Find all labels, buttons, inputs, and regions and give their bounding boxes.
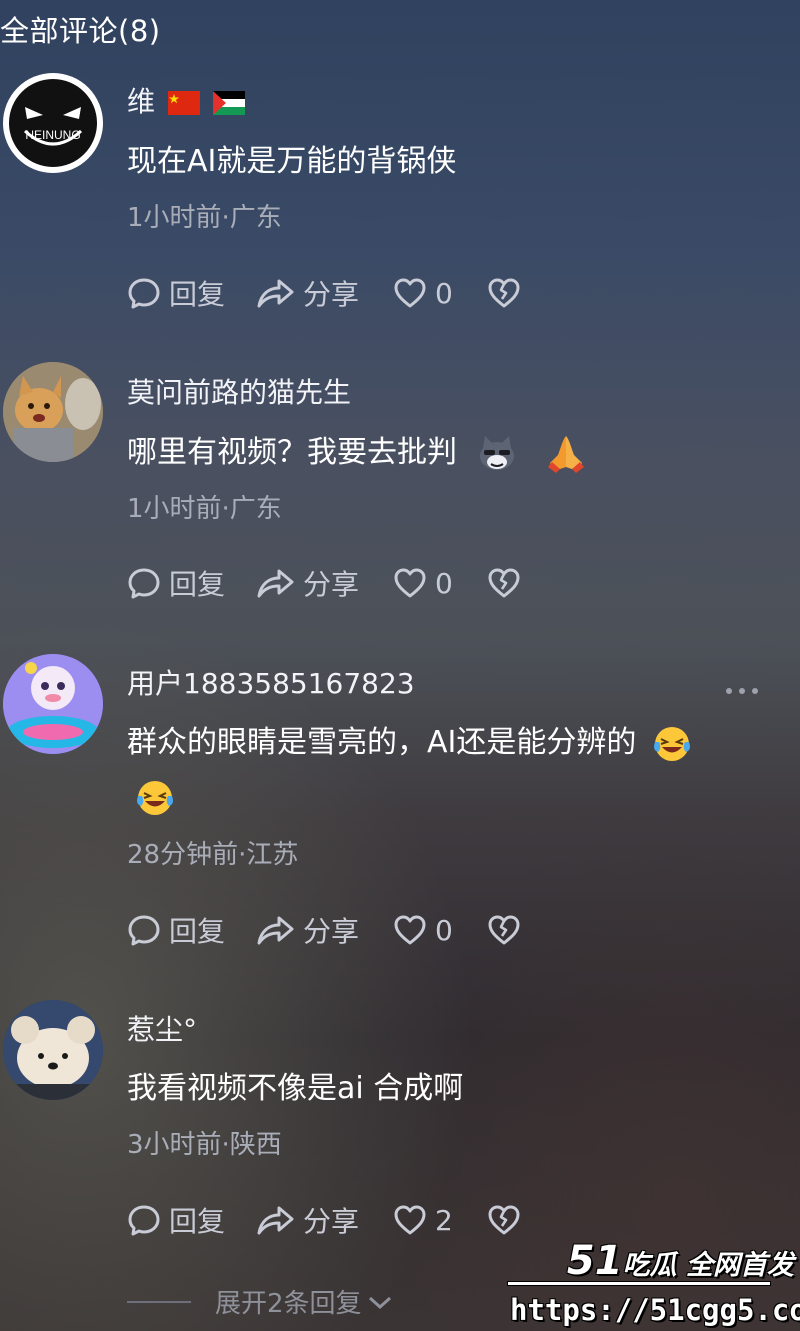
comment-text-row: 群众的眼睛是雪亮的，AI还是能分辨的 [127,716,747,824]
comment-actions: 回复 分享 0 [127,273,521,313]
avatar[interactable]: NEINUNG [3,73,103,173]
like-count: 0 [435,566,453,600]
comment-text: 哪里有视频？我要去批判 [127,435,457,470]
comment-text: 群众的眼睛是雪亮的，AI还是能分辨的 [127,725,637,760]
avatar-puppy-photo-icon [3,1000,103,1100]
like-button[interactable]: 0 [393,567,453,600]
avatar-text: NEINUNG [25,128,80,142]
site-watermark: 51吃瓜 全网首发 https://51cgg5.com [504,1232,800,1331]
reply-label: 回复 [169,278,226,311]
comment-username[interactable]: 莫问前路的猫先生 [127,371,351,411]
share-arrow-icon [257,569,294,598]
heart-icon [394,568,426,598]
dislike-button[interactable] [487,914,521,946]
watermark-url: https://51cgg5.com [510,1293,800,1327]
palestine-flag-icon [212,91,245,115]
share-arrow-icon [257,279,294,308]
reply-bubble-icon [128,915,160,946]
share-label: 分享 [303,568,360,601]
comments-header: 全部评论(8) [0,14,161,48]
like-count: 2 [435,1203,453,1237]
expand-replies-button[interactable]: 展开2条回复 [127,1283,394,1320]
watermark-brand-number: 51 [566,1238,623,1284]
laughing-crying-emoji-icon [653,726,690,761]
watermark-brand-text: 吃瓜 全网首发 [622,1250,794,1281]
like-count: 0 [435,276,453,310]
comment-meta: 3小时前·陕西 [127,1130,282,1160]
like-button[interactable]: 0 [393,277,453,310]
avatar[interactable] [3,654,103,754]
reply-button[interactable]: 回复 [127,273,225,313]
comment-meta: 1小时前·广东 [127,203,282,233]
watermark-brand: 51吃瓜 全网首发 [567,1238,794,1284]
praying-hands-emoji-icon [548,435,585,473]
comment-username[interactable]: 维 [127,80,245,120]
share-button[interactable]: 分享 [255,273,359,313]
share-button[interactable]: 分享 [255,910,359,950]
laughing-crying-emoji-icon [137,780,173,815]
reply-bubble-icon [128,278,160,309]
share-button[interactable]: 分享 [255,1200,359,1240]
avatar-cartoon-icon [3,654,103,754]
reply-button[interactable]: 回复 [127,1200,225,1240]
reply-button[interactable]: 回复 [127,910,225,950]
heart-icon [394,278,426,308]
china-flag-icon [167,91,200,115]
avatar[interactable] [3,362,103,462]
broken-heart-icon [488,568,520,598]
share-button[interactable]: 分享 [255,563,359,603]
username-text: 维 [127,85,156,118]
avatar-cat-photo-icon [3,362,103,462]
broken-heart-icon [488,915,520,945]
comment-username[interactable]: 用户1883585167823 [127,662,415,702]
broken-heart-icon [488,278,520,308]
watermark-divider [508,1282,770,1285]
reply-label: 回复 [169,915,226,948]
reply-button[interactable]: 回复 [127,563,225,603]
cool-wolf-emoji-icon [479,435,514,470]
comment-username[interactable]: 惹尘° [127,1008,197,1048]
more-options-icon[interactable] [724,686,760,696]
reply-label: 回复 [169,1205,226,1238]
expand-replies-label: 展开2条回复 [215,1289,362,1319]
share-label: 分享 [303,915,360,948]
reply-label: 回复 [169,568,226,601]
reply-bubble-icon [128,1205,160,1236]
like-count: 0 [435,913,453,947]
comment-actions: 回复 分享 0 [127,563,521,603]
like-button[interactable]: 0 [393,914,453,947]
comment-text: 现在AI就是万能的背锅侠 [127,144,457,179]
comment-actions: 回复 分享 0 [127,910,521,950]
avatar[interactable] [3,1000,103,1100]
comment-meta: 1小时前·广东 [127,494,282,524]
comment-text-row: 哪里有视频？我要去批判 [127,426,588,480]
share-arrow-icon [257,916,294,945]
chevron-down-icon [368,1296,391,1309]
share-label: 分享 [303,1205,360,1238]
like-button[interactable]: 2 [393,1204,453,1237]
comment-meta: 28分钟前·江苏 [127,840,299,870]
share-label: 分享 [303,278,360,311]
comment-text: 我看视频不像是ai 合成啊 [127,1071,464,1106]
expand-divider [127,1300,191,1303]
dislike-button[interactable] [487,567,521,599]
reply-bubble-icon [128,568,160,599]
dislike-button[interactable] [487,277,521,309]
comment-actions: 回复 分享 2 [127,1200,521,1240]
avatar-smiley-icon: NEINUNG [9,79,97,167]
heart-icon [394,915,426,945]
heart-icon [394,1205,426,1235]
share-arrow-icon [257,1206,294,1235]
